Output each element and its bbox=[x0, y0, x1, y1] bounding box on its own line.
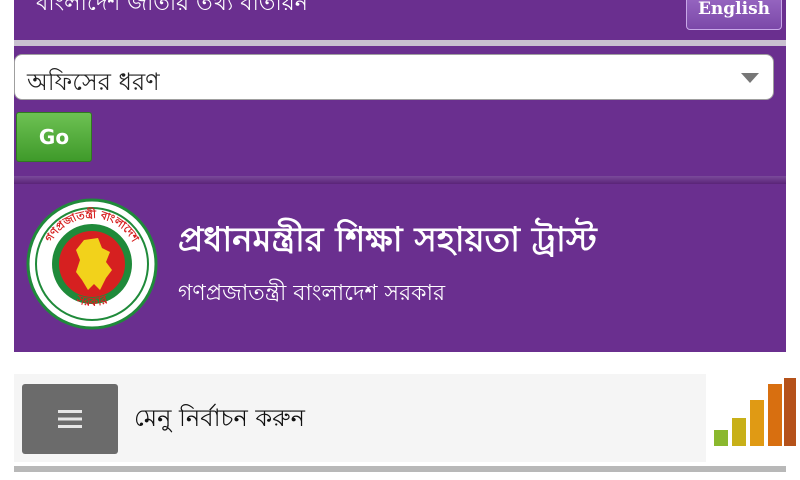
menu-bar: মেনু নির্বাচন করুন bbox=[14, 374, 706, 462]
site-subtitle: গণপ্রজাতন্ত্রী বাংলাদেশ সরকার bbox=[178, 281, 446, 306]
signal-bar-1 bbox=[714, 430, 728, 446]
go-button[interactable]: Go bbox=[16, 112, 92, 162]
government-seal-logo[interactable]: গণপ্রজাতন্ত্রী বাংলাদেশ সরকার bbox=[26, 198, 158, 330]
portal-title: বাংলাদেশ জাতীয় তথ্য বাতায়ন bbox=[36, 0, 308, 16]
signal-bar-5 bbox=[784, 378, 796, 446]
hamburger-icon bbox=[58, 410, 82, 428]
office-type-selected-value: অফিসের ধরণ bbox=[27, 68, 160, 96]
header-separator bbox=[14, 176, 786, 184]
site-header: গণপ্রজাতন্ত্রী বাংলাদেশ সরকার প্রধানমন্ত… bbox=[14, 184, 786, 352]
office-type-select[interactable]: অফিসের ধরণ bbox=[14, 54, 774, 100]
top-bar: বাংলাদেশ জাতীয় তথ্য বাতায়ন English bbox=[14, 0, 786, 40]
signal-bars-icon[interactable] bbox=[712, 378, 796, 448]
office-search-panel: অফিসের ধরণ Go bbox=[14, 46, 786, 176]
english-language-button[interactable]: English bbox=[686, 0, 782, 30]
dropdown-caret-icon bbox=[741, 73, 759, 83]
site-title[interactable]: প্রধানমন্ত্রীর শিক্ষা সহায়তা ট্রাস্ট bbox=[178, 214, 597, 271]
signal-bar-2 bbox=[732, 418, 746, 446]
menu-select-label[interactable]: মেনু নির্বাচন করুন bbox=[134, 400, 305, 440]
signal-bar-3 bbox=[750, 400, 764, 446]
menu-toggle-button[interactable] bbox=[22, 384, 118, 454]
bottom-divider bbox=[14, 466, 786, 472]
signal-bar-4 bbox=[768, 384, 782, 446]
